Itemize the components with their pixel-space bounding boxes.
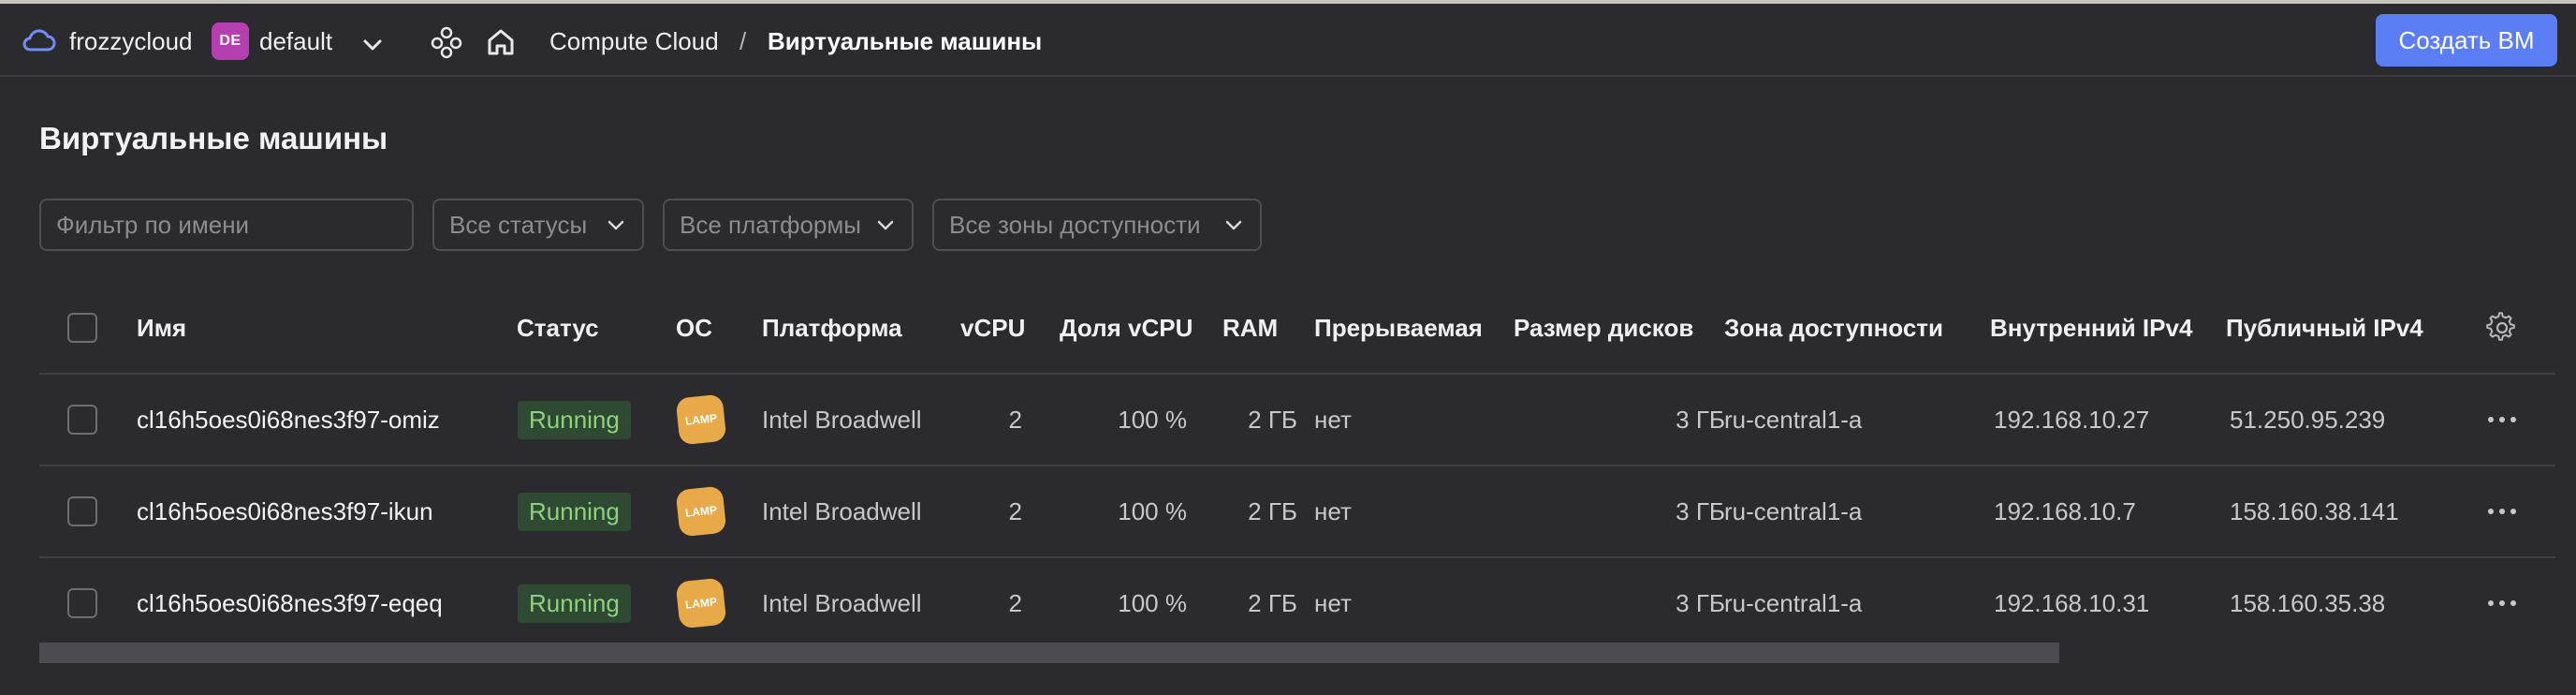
- status-badge: Running: [518, 492, 631, 531]
- platform-filter-label: Все платформы: [680, 210, 861, 239]
- table-row[interactable]: cl16h5oes0i68nes3f97-ikun Running LAMP I…: [39, 466, 2555, 558]
- row-checkbox-cell: [67, 375, 97, 465]
- vcpu-share-cell: 100 %: [1118, 588, 1187, 617]
- page-title: Виртуальные машины: [39, 121, 388, 155]
- lamp-os-icon: LAMP: [675, 393, 727, 446]
- platform-filter-select[interactable]: Все платформы: [663, 199, 914, 251]
- column-header-preemptible[interactable]: Прерываемая: [1314, 283, 1483, 373]
- vcpu-cell: 2: [1008, 405, 1022, 434]
- zone-filter-label: Все зоны доступности: [949, 210, 1201, 239]
- internal-ip-cell: 192.168.10.27: [1994, 405, 2150, 434]
- column-header-ram[interactable]: RAM: [1222, 283, 1278, 373]
- row-checkbox[interactable]: [67, 496, 97, 526]
- vm-name[interactable]: cl16h5oes0i68nes3f97-ikun: [137, 466, 433, 556]
- status-cell: Running: [518, 466, 631, 556]
- breadcrumb-service[interactable]: Compute Cloud: [549, 26, 719, 56]
- row-actions-cell: [2486, 375, 2518, 465]
- row-actions-cell: [2486, 466, 2518, 556]
- status-filter-select[interactable]: Все статусы: [432, 199, 644, 251]
- status-badge: Running: [518, 400, 631, 439]
- breadcrumb-current: Виртуальные машины: [768, 27, 1043, 55]
- services-icon[interactable]: [429, 24, 464, 60]
- zone-filter-select[interactable]: Все зоны доступности: [932, 199, 1262, 251]
- name-filter-input[interactable]: Фильтр по имени: [39, 199, 414, 251]
- ram-cell: 2 ГБ: [1248, 496, 1297, 525]
- column-settings-cell: [2486, 283, 2518, 373]
- preemptible-cell: нет: [1314, 496, 1352, 525]
- row-actions-cell: [2486, 558, 2518, 648]
- disk-size-cell: 3 ГБ: [1676, 588, 1725, 617]
- vcpu-cell: 2: [1008, 496, 1022, 525]
- table-row[interactable]: cl16h5oes0i68nes3f97-eqeq Running LAMP I…: [39, 558, 2555, 650]
- zone-cell: ru-central1-a: [1724, 496, 1863, 525]
- folder-name[interactable]: default: [259, 26, 332, 56]
- public-ip-cell: 158.160.35.38: [2230, 588, 2386, 617]
- top-header: frozzycloud DE default Compute Cloud / В…: [0, 4, 2576, 77]
- lamp-os-icon: LAMP: [675, 485, 727, 538]
- column-header-vcpu-share[interactable]: Доля vCPU: [1060, 283, 1193, 373]
- ram-cell: 2 ГБ: [1248, 588, 1297, 617]
- folder-avatar[interactable]: DE: [212, 22, 249, 60]
- table-row[interactable]: cl16h5oes0i68nes3f97-omiz Running LAMP I…: [39, 375, 2555, 466]
- preemptible-cell: нет: [1314, 588, 1352, 617]
- create-vm-button[interactable]: Создать ВМ: [2376, 14, 2557, 67]
- platform-cell: Intel Broadwell: [762, 588, 922, 617]
- chevron-down-icon: [877, 220, 894, 230]
- chevron-down-icon: [607, 220, 624, 230]
- disk-size-cell: 3 ГБ: [1676, 496, 1725, 525]
- column-header-name[interactable]: Имя: [137, 283, 186, 373]
- status-filter-label: Все статусы: [449, 210, 588, 239]
- public-ip-cell: 51.250.95.239: [2230, 405, 2386, 434]
- row-checkbox[interactable]: [67, 405, 97, 435]
- select-all-checkbox-cell: [67, 283, 97, 373]
- platform-cell: Intel Broadwell: [762, 496, 922, 525]
- column-header-vcpu[interactable]: vCPU: [960, 283, 1025, 373]
- status-cell: Running: [518, 375, 631, 465]
- vcpu-share-cell: 100 %: [1118, 496, 1187, 525]
- lamp-os-icon: LAMP: [675, 577, 727, 629]
- home-icon[interactable]: [483, 24, 519, 60]
- gear-icon[interactable]: [2486, 312, 2518, 344]
- row-checkbox-cell: [67, 558, 97, 648]
- org-name[interactable]: frozzycloud: [69, 26, 193, 56]
- public-ip-cell: 158.160.38.141: [2230, 496, 2399, 525]
- more-actions-icon[interactable]: [2486, 507, 2518, 516]
- column-header-disk-size[interactable]: Размер дисков: [1514, 283, 1693, 373]
- cloud-icon[interactable]: [21, 25, 56, 55]
- column-header-platform[interactable]: Платформа: [762, 283, 902, 373]
- disk-size-cell: 3 ГБ: [1676, 405, 1725, 434]
- os-cell: LAMP: [675, 558, 727, 648]
- column-header-zone[interactable]: Зона доступности: [1724, 283, 1943, 373]
- select-all-checkbox[interactable]: [67, 313, 97, 343]
- column-header-status[interactable]: Статус: [517, 283, 599, 373]
- internal-ip-cell: 192.168.10.31: [1994, 588, 2150, 617]
- column-header-internal-ip[interactable]: Внутренний IPv4: [1990, 283, 2192, 373]
- os-cell: LAMP: [675, 466, 727, 556]
- more-actions-icon[interactable]: [2486, 415, 2518, 424]
- vcpu-share-cell: 100 %: [1118, 405, 1187, 434]
- preemptible-cell: нет: [1314, 405, 1352, 434]
- more-actions-icon[interactable]: [2486, 599, 2518, 608]
- row-checkbox[interactable]: [67, 588, 97, 618]
- platform-cell: Intel Broadwell: [762, 405, 922, 434]
- internal-ip-cell: 192.168.10.7: [1994, 496, 2136, 525]
- status-cell: Running: [518, 558, 631, 648]
- table-header-row: Имя Статус ОС Платформа vCPU Доля vCPU R…: [39, 283, 2555, 375]
- column-header-public-ip[interactable]: Публичный IPv4: [2226, 283, 2423, 373]
- chevron-down-icon: [1225, 220, 1242, 230]
- zone-cell: ru-central1-a: [1724, 588, 1863, 617]
- column-header-os[interactable]: ОС: [676, 283, 712, 373]
- horizontal-scrollbar-thumb[interactable]: [39, 643, 2059, 663]
- vm-name[interactable]: cl16h5oes0i68nes3f97-eqeq: [137, 558, 443, 648]
- ram-cell: 2 ГБ: [1248, 405, 1297, 434]
- row-checkbox-cell: [67, 466, 97, 556]
- vm-name[interactable]: cl16h5oes0i68nes3f97-omiz: [137, 375, 440, 465]
- os-cell: LAMP: [675, 375, 727, 465]
- zone-cell: ru-central1-a: [1724, 405, 1863, 434]
- vcpu-cell: 2: [1008, 588, 1022, 617]
- status-badge: Running: [518, 584, 631, 623]
- breadcrumb-separator: /: [739, 27, 747, 55]
- chevron-down-icon[interactable]: [358, 30, 388, 60]
